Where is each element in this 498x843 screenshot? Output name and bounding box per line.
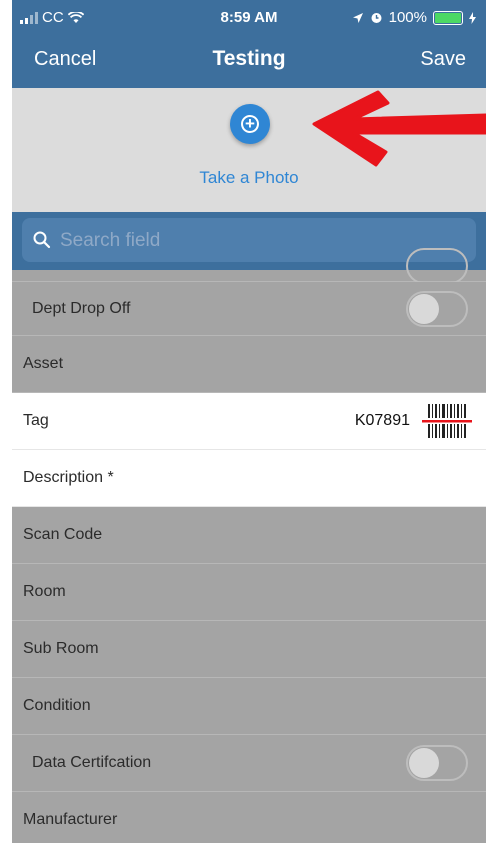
camera-add-icon[interactable]: + [230,104,270,144]
save-button[interactable]: Save [420,48,466,71]
field-data-certification: Data Certifcation [12,735,486,792]
asset-label: Asset [23,355,64,372]
field-scan-code[interactable]: Scan Code [12,507,486,564]
data-certification-toggle[interactable] [406,745,468,781]
status-bar: CC 8:59 AM 100% [12,0,486,36]
tag-label: Tag [23,412,49,429]
status-right: 100% [352,9,476,26]
partial-row [12,248,486,284]
description-label: Description * [23,469,114,486]
condition-label: Condition [23,697,91,714]
dept-drop-off-label: Dept Drop Off [32,299,131,317]
tag-value: K07891 [354,412,410,429]
screen: CC 8:59 AM 100% Cancel Testing Save + Ta… [12,0,486,843]
barcode-scan-icon[interactable] [422,401,472,441]
field-description[interactable]: Description * [12,450,486,507]
alarm-icon [371,13,382,23]
partial-toggle[interactable] [406,248,468,284]
field-dept-drop-off: Dept Drop Off [12,282,486,336]
field-tag[interactable]: Tag K07891 [12,393,486,450]
battery-percent: 100% [388,9,427,26]
field-room[interactable]: Room [12,564,486,621]
form-fields: Dept Drop Off Asset Tag K07891 Descripti… [12,248,486,843]
scan-code-label: Scan Code [23,526,103,543]
room-label: Room [23,583,66,600]
photo-section: + Take a Photo [12,88,486,212]
field-asset[interactable]: Asset [12,336,486,393]
search-icon [33,231,51,249]
sub-room-label: Sub Room [23,640,99,657]
cancel-button[interactable]: Cancel [34,48,96,71]
data-certification-label: Data Certifcation [32,754,152,771]
red-arrow-annotation [312,90,486,167]
field-condition[interactable]: Condition [12,678,486,735]
dept-drop-off-toggle[interactable] [406,290,468,327]
manufacturer-label: Manufacturer [23,811,118,828]
field-manufacturer[interactable]: Manufacturer [12,792,486,843]
field-sub-room[interactable]: Sub Room [12,621,486,678]
top-bar: CC 8:59 AM 100% Cancel Testing Save [12,0,486,88]
nav-bar: Cancel Testing Save [12,40,486,80]
battery-icon [433,10,463,25]
search-input[interactable] [58,226,462,256]
location-icon [352,12,363,23]
charging-icon [469,11,476,24]
